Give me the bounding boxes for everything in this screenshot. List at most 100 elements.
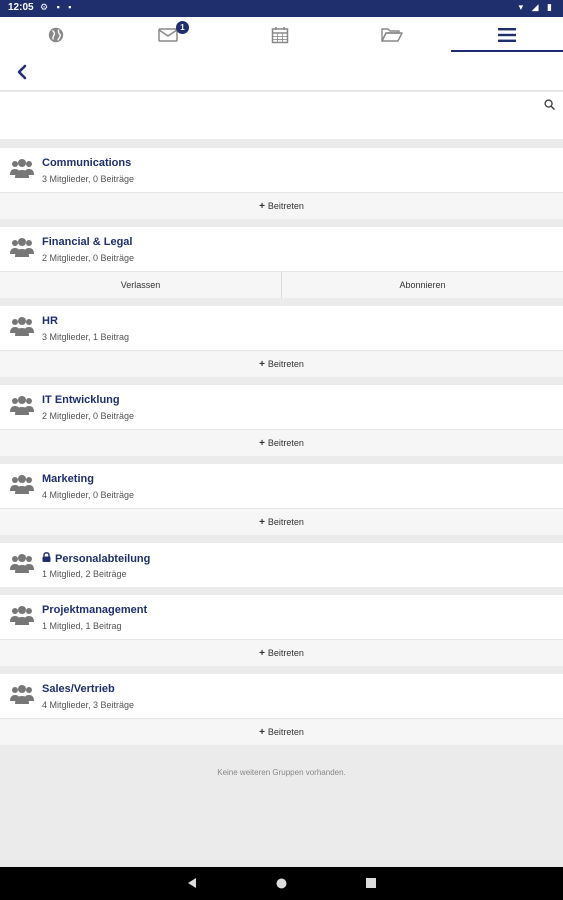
group-meta: 1 Mitglied, 2 Beiträge: [42, 569, 127, 579]
plus-icon: +: [259, 647, 265, 659]
system-recents-icon[interactable]: [366, 878, 376, 888]
group-name-text: Projektmanagement: [42, 604, 148, 616]
plus-icon: +: [259, 358, 265, 370]
group-name-text: IT Entwicklung: [42, 394, 120, 406]
tab-globe[interactable]: [0, 17, 112, 53]
action-label: Abonnieren: [399, 280, 446, 290]
system-back-icon[interactable]: [186, 877, 198, 889]
group-icon: [10, 605, 34, 632]
group-icon: [10, 158, 34, 185]
group-header[interactable]: Financial & Legal 2 Mitglieder, 0 Beiträg…: [0, 227, 563, 271]
group-header[interactable]: Communications 3 Mitglieder, 0 Beiträge: [0, 148, 563, 192]
group-icon: [10, 684, 34, 711]
action-label: Beitreten: [267, 517, 304, 527]
group-name[interactable]: Financial & Legal: [42, 236, 132, 248]
beitreten-button[interactable]: + Beitreten: [0, 351, 563, 377]
action-label: Verlassen: [120, 280, 161, 290]
group-icon: [10, 237, 34, 264]
group-icon: [10, 474, 34, 501]
group-actions: + Beitreten: [0, 508, 563, 535]
group-card: Projektmanagement 1 Mitglied, 1 Beitrag + B…: [0, 595, 563, 666]
navigation-bar: [0, 53, 563, 91]
action-label: Beitreten: [267, 648, 304, 658]
group-actions: + Beitreten: [0, 639, 563, 666]
abonnieren-button[interactable]: Abonnieren: [281, 272, 563, 298]
group-card: Marketing 4 Mitglieder, 0 Beiträge + Beitre…: [0, 464, 563, 535]
group-actions: + Beitreten: [0, 350, 563, 377]
search-input[interactable]: [8, 98, 528, 124]
group-name[interactable]: Sales/Vertrieb: [42, 683, 115, 695]
group-name[interactable]: Marketing: [42, 473, 94, 485]
group-name-text: Marketing: [42, 473, 94, 485]
group-meta: 3 Mitglieder, 1 Beitrag: [42, 332, 130, 342]
chevron-left-icon: [17, 64, 27, 80]
tab-calendar[interactable]: [224, 17, 336, 53]
group-name-text: Communications: [42, 157, 132, 169]
tab-menu[interactable]: [451, 17, 563, 53]
action-label: Beitreten: [267, 727, 304, 737]
status-bar: 12:05 ⚙ ▪ ▪ ▾ ◢ ▮: [0, 0, 563, 17]
action-label: Beitreten: [267, 438, 304, 448]
group-header[interactable]: Personalabteilung 1 Mitglied, 2 Beiträge: [0, 543, 563, 587]
menu-icon: [498, 28, 516, 42]
group-name-text: HR: [42, 315, 58, 327]
plus-icon: +: [259, 516, 265, 528]
group-actions: + Beitreten: [0, 192, 563, 219]
beitreten-button[interactable]: + Beitreten: [0, 640, 563, 666]
group-icon: [10, 395, 34, 422]
group-name[interactable]: Projektmanagement: [42, 604, 147, 616]
plus-icon: +: [259, 200, 265, 212]
globe-icon: [48, 27, 64, 43]
group-actions: + Beitreten: [0, 429, 563, 456]
group-name-text: Personalabteilung: [55, 552, 151, 565]
group-icon: [10, 316, 34, 343]
group-list: Communications 3 Mitglieder, 0 Beiträge + B…: [0, 148, 563, 745]
group-name[interactable]: IT Entwicklung: [42, 394, 120, 406]
search-bar: [0, 92, 563, 139]
search-icon[interactable]: [544, 99, 555, 110]
no-more-groups-note: Keine weiteren Gruppen vorhanden.: [217, 768, 346, 777]
system-home-icon[interactable]: [276, 878, 287, 889]
group-name-text: Sales/Vertrieb: [42, 683, 115, 695]
top-tab-bar: 1: [0, 17, 563, 53]
group-header[interactable]: Marketing 4 Mitglieder, 0 Beiträge: [0, 464, 563, 508]
group-card: HR 3 Mitglieder, 1 Beitrag + Beitreten: [0, 306, 563, 377]
group-meta: 3 Mitglieder, 0 Beiträge: [42, 174, 135, 184]
verlassen-button[interactable]: Verlassen: [0, 272, 281, 298]
group-card: Communications 3 Mitglieder, 0 Beiträge + B…: [0, 148, 563, 219]
beitreten-button[interactable]: + Beitreten: [0, 193, 563, 219]
group-card: Sales/Vertrieb 4 Mitglieder, 3 Beiträge + B…: [0, 674, 563, 745]
group-meta: 4 Mitglieder, 3 Beiträge: [42, 700, 135, 710]
action-label: Beitreten: [267, 201, 304, 211]
beitreten-button[interactable]: + Beitreten: [0, 719, 563, 745]
group-name[interactable]: Personalabteilung: [42, 552, 150, 565]
group-card: Financial & Legal 2 Mitglieder, 0 Beiträg…: [0, 227, 563, 298]
calendar-icon: [271, 27, 289, 44]
group-actions: Verlassen Abonnieren: [0, 271, 563, 298]
beitreten-button[interactable]: + Beitreten: [0, 509, 563, 535]
group-card: IT Entwicklung 2 Mitglieder, 0 Beiträge + B…: [0, 385, 563, 456]
tab-messages[interactable]: 1: [112, 17, 224, 53]
group-name[interactable]: HR: [42, 315, 58, 327]
status-time: 12:05: [8, 2, 34, 13]
message-count-badge: 1: [176, 21, 189, 34]
plus-icon: +: [259, 437, 265, 449]
tab-files[interactable]: [336, 17, 448, 53]
mail-icon: [158, 28, 178, 42]
group-meta: 2 Mitglieder, 0 Beiträge: [42, 253, 135, 263]
group-name-text: Financial & Legal: [42, 236, 133, 248]
action-label: Beitreten: [267, 359, 304, 369]
back-button[interactable]: [12, 62, 32, 82]
plus-icon: +: [259, 726, 265, 738]
folder-icon: [381, 28, 403, 42]
system-navigation-bar: [0, 867, 563, 900]
beitreten-button[interactable]: + Beitreten: [0, 430, 563, 456]
group-header[interactable]: IT Entwicklung 2 Mitglieder, 0 Beiträge: [0, 385, 563, 429]
group-header[interactable]: HR 3 Mitglieder, 1 Beitrag: [0, 306, 563, 350]
group-icon: [10, 553, 34, 580]
group-meta: 4 Mitglieder, 0 Beiträge: [42, 490, 135, 500]
group-name[interactable]: Communications: [42, 157, 131, 169]
group-actions: + Beitreten: [0, 718, 563, 745]
group-header[interactable]: Sales/Vertrieb 4 Mitglieder, 3 Beiträge: [0, 674, 563, 718]
group-header[interactable]: Projektmanagement 1 Mitglied, 1 Beitrag: [0, 595, 563, 639]
